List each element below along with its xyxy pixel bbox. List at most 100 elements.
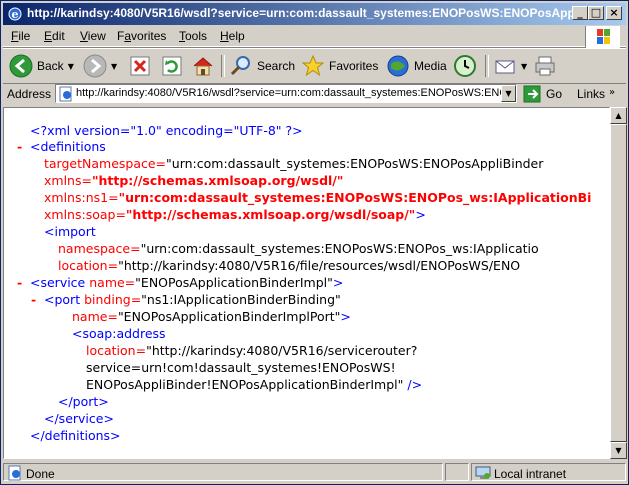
xml-definitions-open: <definitions — [30, 139, 106, 155]
collapse-toggle-definitions[interactable]: - — [17, 139, 22, 154]
menu-edit-key: E — [44, 29, 53, 43]
scroll-up-button[interactable]: ▲ — [610, 107, 627, 124]
svg-text:e: e — [12, 8, 19, 21]
refresh-button[interactable] — [161, 53, 183, 79]
status-zone: Local intranet — [471, 463, 626, 481]
status-main: Done — [3, 463, 443, 481]
attr-name: xmlns:soap= — [44, 207, 126, 222]
xml-decl-text: <?xml version="1.0" encoding="UTF-8" ?> — [30, 123, 303, 138]
attr-name: location= — [86, 343, 147, 358]
xml-port-close: </port> — [58, 394, 109, 410]
attr-name: xmlns= — [44, 173, 92, 188]
home-button[interactable] — [191, 53, 215, 79]
forward-button[interactable]: ▼ — [83, 53, 117, 79]
go-button[interactable]: Go — [523, 85, 562, 103]
xml-attr-xmlns-ns1: xmlns:ns1="urn:com:dassault_systemes:ENO… — [44, 190, 591, 206]
menu-help[interactable]: Help — [220, 29, 245, 43]
menu-help-key: H — [220, 29, 229, 43]
chevron-down-icon: ▼ — [505, 89, 512, 98]
page-icon — [59, 86, 72, 102]
search-label: Search — [257, 59, 296, 73]
links-chevron-icon[interactable]: » — [609, 87, 615, 98]
xml-service-open: <service name="ENOPosApplicationBinderIm… — [30, 275, 343, 291]
attr-value: "ns1:IApplicationBinderBinding" — [141, 292, 341, 307]
tag-close: > — [415, 207, 426, 222]
attr-value: "http://schemas.xmlsoap.org/wsdl/" — [91, 173, 344, 188]
media-icon — [387, 55, 409, 77]
status-cell — [445, 463, 469, 481]
xml-definitions-close: </definitions> — [30, 428, 121, 444]
mail-dropdown-icon[interactable]: ▼ — [521, 62, 527, 71]
menu-favorites[interactable]: Favorites — [117, 29, 166, 43]
address-input[interactable]: http://karindsy:4080/V5R16/wsdl?service=… — [55, 84, 517, 103]
maximize-button[interactable]: □ — [588, 6, 604, 20]
history-button[interactable] — [453, 53, 477, 79]
xml-soap-address-open: <soap:address — [72, 326, 166, 342]
tag-close: > — [332, 275, 344, 290]
stop-button[interactable] — [129, 53, 151, 79]
attr-value: "urn:com:dassault_systemes:ENOPosWS:ENOP… — [166, 156, 544, 171]
ie-window: e http://karindsy:4080/V5R16/wsdl?servic… — [0, 0, 629, 485]
menu-file-label: ile — [18, 29, 31, 43]
menu-favorites-label: Favorites — [117, 29, 167, 43]
tag-service-end: </service> — [44, 411, 114, 426]
xml-service-close: </service> — [44, 411, 114, 427]
collapse-toggle-port[interactable]: - — [31, 292, 36, 307]
mail-button[interactable]: ▼ — [493, 53, 527, 79]
scroll-down-button[interactable]: ▼ — [610, 442, 627, 459]
tag-service: <service — [30, 275, 86, 290]
tag-close: > — [340, 309, 351, 324]
favorites-button[interactable]: Favorites — [301, 53, 378, 79]
minimize-button[interactable]: _ — [572, 6, 588, 20]
standard-toolbar: Back ▼ ▼ Search Favorites Media ▼ — [3, 48, 626, 84]
menu-edit[interactable]: Edit — [44, 29, 65, 43]
menu-bar: File Edit View Favorites Tools Help — [3, 26, 626, 48]
xml-port-open: <port binding="ns1:IApplicationBinderBin… — [44, 292, 341, 308]
toolbar-separator — [485, 55, 489, 77]
menu-file[interactable]: File — [11, 29, 30, 43]
attr-value: "urn:com:dassault_systemes:ENOPosWS:ENOP… — [140, 241, 539, 256]
mail-icon — [495, 60, 515, 74]
back-label: Back — [37, 59, 64, 73]
back-dropdown-icon[interactable]: ▼ — [68, 62, 74, 71]
xml-attr-xmlns: xmlns="http://schemas.xmlsoap.org/wsdl/" — [44, 173, 343, 189]
address-label: Address — [7, 87, 52, 101]
media-button[interactable]: Media — [386, 53, 447, 79]
local-intranet-icon — [475, 466, 491, 479]
tag-port: <port — [44, 292, 81, 307]
forward-dropdown-icon[interactable]: ▼ — [111, 62, 117, 71]
home-icon — [193, 57, 213, 76]
scroll-thumb[interactable] — [610, 124, 627, 442]
collapse-toggle-service[interactable]: - — [17, 275, 22, 290]
menu-tools[interactable]: Tools — [179, 29, 207, 43]
forward-arrow-icon — [83, 54, 107, 78]
back-arrow-icon — [9, 54, 33, 78]
address-bar: Address http://karindsy:4080/V5R16/wsdl?… — [3, 83, 626, 105]
xml-import-open: <import — [44, 224, 96, 240]
menu-view[interactable]: View — [80, 29, 106, 43]
search-icon — [230, 56, 250, 76]
xml-attr-soap-location-cont: ENOPosAppliBinder!ENOPosApplicationBinde… — [86, 377, 422, 393]
vertical-scrollbar[interactable]: ▲ ▼ — [610, 107, 627, 459]
close-button[interactable]: × — [606, 6, 622, 20]
xml-declaration: <?xml version="1.0" encoding="UTF-8" ?> — [30, 123, 303, 139]
print-button[interactable] — [533, 53, 557, 79]
attr-value: ENOPosAppliBinder!ENOPosApplicationBinde… — [86, 377, 404, 392]
title-bar[interactable]: e http://karindsy:4080/V5R16/wsdl?servic… — [3, 3, 626, 25]
xml-content-pane[interactable]: <?xml version="1.0" encoding="UTF-8" ?> … — [3, 107, 610, 459]
search-button[interactable]: Search — [229, 53, 295, 79]
media-label: Media — [414, 59, 447, 73]
attr-name: location= — [58, 258, 119, 273]
attr-value: "http://schemas.xmlsoap.org/wsdl/soap/" — [125, 207, 416, 222]
status-done-text: Done — [26, 467, 55, 481]
menu-edit-label: dit — [52, 29, 65, 43]
attr-value: "http://karindsy:4080/V5R16/file/resourc… — [118, 258, 521, 273]
xml-attr-import-namespace: namespace="urn:com:dassault_systemes:ENO… — [58, 241, 539, 257]
menu-view-key: V — [80, 29, 88, 43]
back-button[interactable]: Back ▼ — [9, 53, 74, 79]
links-button[interactable]: Links — [577, 87, 605, 101]
attr-value: service=urn!com!dassault_systemes!ENOPos… — [86, 360, 396, 375]
stop-icon — [130, 56, 150, 76]
address-dropdown-button[interactable]: ▼ — [501, 85, 516, 102]
menu-help-label: elp — [228, 29, 245, 43]
